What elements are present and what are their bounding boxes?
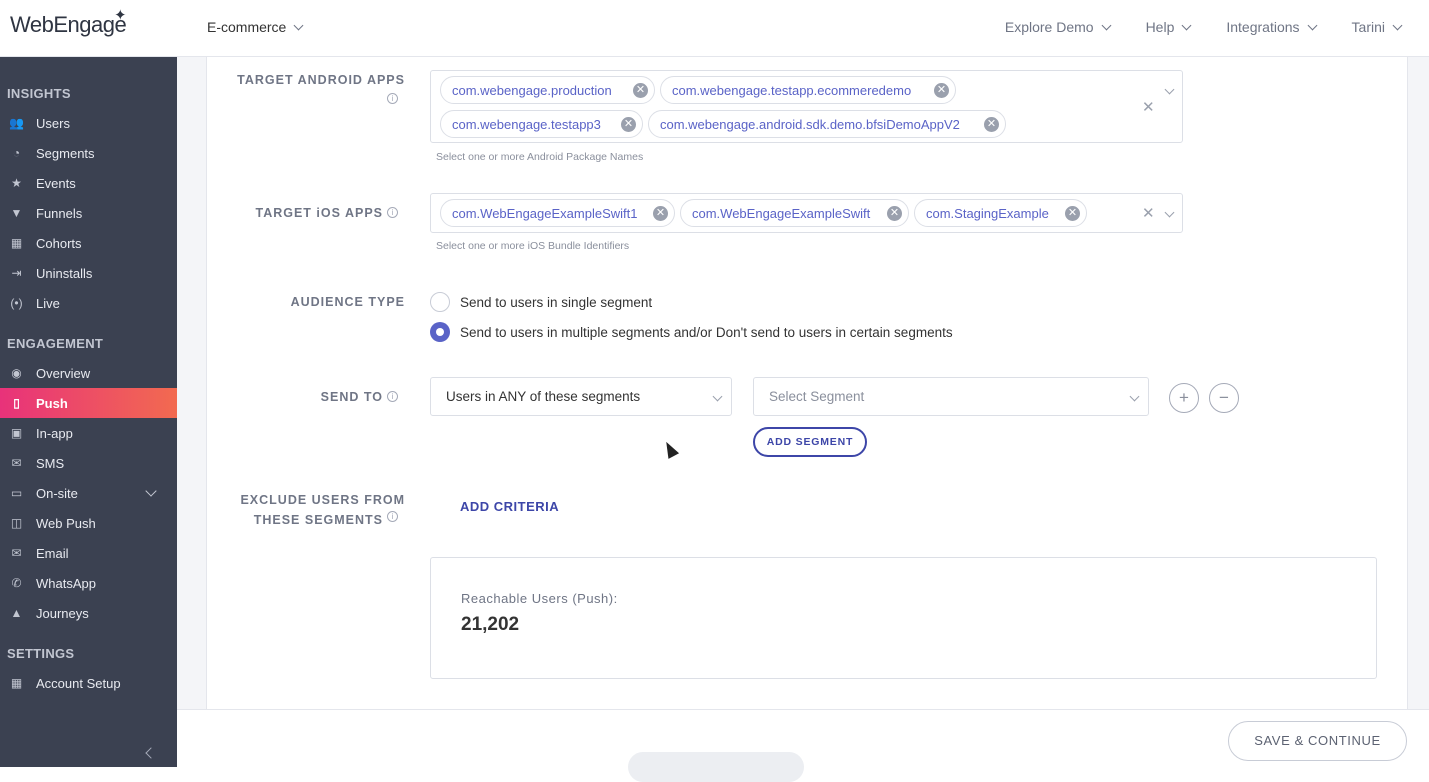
whatsapp-icon: ✆ [11, 576, 22, 590]
add-segment-button[interactable]: ADD SEGMENT [753, 427, 867, 457]
exclude-segments-label: EXCLUDE USERS FROM THESE SEGMENTS [240, 493, 405, 527]
chevron-down-icon [1101, 20, 1112, 31]
sidebar-item-uninstalls[interactable]: ⇥ Uninstalls [0, 258, 177, 288]
top-bar: WebEngage ✦ E-commerce Explore Demo Help … [0, 0, 1429, 57]
remove-tag-icon[interactable]: ✕ [984, 117, 999, 132]
remove-tag-icon[interactable]: ✕ [653, 206, 668, 221]
grid-icon: ▦ [10, 236, 23, 250]
ios-apps-label: TARGET iOS APPS [255, 206, 383, 220]
android-tag-production: com.webengage.production ✕ [440, 76, 655, 104]
remove-tag-icon[interactable]: ✕ [621, 117, 636, 132]
sidebar-item-funnels[interactable]: ▼ Funnels [0, 198, 177, 228]
clear-all-icon[interactable]: ✕ [1142, 204, 1155, 222]
multiple-segments-option-text: Send to users in multiple segments and/o… [460, 325, 953, 340]
sidebar-item-sms[interactable]: ✉ SMS [0, 448, 177, 478]
broadcast-icon: (•) [10, 296, 23, 310]
webpush-icon: ◫ [10, 516, 23, 530]
exit-icon: ⇥ [11, 266, 22, 280]
chevron-down-icon [1392, 20, 1403, 31]
android-apps-label: TARGET ANDROID APPS [237, 73, 405, 87]
push-icon: ▯ [13, 396, 20, 410]
radio-multiple-segments[interactable] [430, 322, 450, 342]
ios-tag-staging: com.StagingExample ✕ [914, 199, 1087, 227]
reachable-users-label: Reachable Users (Push): [461, 591, 618, 606]
android-tag-testapp3: com.webengage.testapp3 ✕ [440, 110, 643, 138]
email-icon: ✉ [11, 546, 22, 560]
sidebar-item-live[interactable]: (•) Live [0, 288, 177, 318]
android-tag-bfsi-demo: com.webengage.android.sdk.demo.bfsiDemoA… [648, 110, 1006, 138]
sidebar-item-whatsapp[interactable]: ✆ WhatsApp [0, 568, 177, 598]
clear-all-icon[interactable]: ✕ [1142, 98, 1155, 116]
audience-type-label: AUDIENCE TYPE [290, 295, 405, 309]
sidebar-section-engagement: ENGAGEMENT [7, 336, 104, 351]
ios-tag-swift: com.WebEngageExampleSwift ✕ [680, 199, 909, 227]
nav-integrations[interactable]: Integrations [1226, 19, 1317, 35]
users-icon: 👥 [9, 116, 24, 130]
sidebar-section-settings: SETTINGS [7, 646, 75, 661]
reachable-users-count: 21,202 [461, 614, 520, 635]
sidebar-item-account-setup[interactable]: ▦ Account Setup [0, 668, 177, 698]
info-icon[interactable]: i [387, 511, 398, 522]
ghost-button [628, 752, 804, 782]
sidebar-item-events[interactable]: ★ Events [0, 168, 177, 198]
sms-icon: ✉ [11, 456, 22, 470]
single-segment-option-text: Send to users in single segment [460, 295, 653, 310]
android-tag-ecommeredemo: com.webengage.testapp.ecommeredemo ✕ [660, 76, 956, 104]
top-nav: Explore Demo Help Integrations Tarini [1005, 19, 1403, 35]
pie-icon: ◔ [12, 146, 21, 160]
nav-explore-demo[interactable]: Explore Demo [1005, 19, 1112, 35]
project-selector[interactable]: E-commerce [207, 19, 304, 35]
nav-help[interactable]: Help [1146, 19, 1192, 35]
info-icon[interactable]: i [387, 93, 398, 104]
sidebar-item-users[interactable]: 👥 Users [0, 108, 177, 138]
rocket-icon: ▲ [10, 606, 23, 620]
remove-tag-icon[interactable]: ✕ [633, 83, 648, 98]
remove-row-button[interactable]: − [1209, 383, 1239, 413]
sidebar-item-push[interactable]: ▯ Push [0, 388, 177, 418]
sidebar-section-insights: INSIGHTS [7, 86, 71, 101]
ios-help-text: Select one or more iOS Bundle Identifier… [436, 240, 630, 252]
remove-tag-icon[interactable]: ✕ [1065, 206, 1080, 221]
radio-single-segment[interactable] [430, 292, 450, 312]
reachable-users-panel: Reachable Users (Push): 21,202 [430, 557, 1377, 679]
sidebar-item-web-push[interactable]: ◫ Web Push [0, 508, 177, 538]
sidebar-item-email[interactable]: ✉ Email [0, 538, 177, 568]
info-icon[interactable]: i [387, 391, 398, 402]
sidebar-item-in-app[interactable]: ▣ In-app [0, 418, 177, 448]
sidebar-item-segments[interactable]: ◔ Segments [0, 138, 177, 168]
onsite-icon: ▭ [10, 486, 23, 500]
sidebar-item-on-site[interactable]: ▭ On-site [0, 478, 177, 508]
android-help-text: Select one or more Android Package Names [436, 151, 644, 163]
eye-icon: ◉ [11, 366, 22, 380]
chevron-down-icon [1181, 20, 1192, 31]
segment-mode-select[interactable]: Users in ANY of these segments [430, 377, 732, 416]
sidebar-item-overview[interactable]: ◉ Overview [0, 358, 177, 388]
logo-mark-icon: ✦ [114, 7, 127, 24]
funnel-icon: ▼ [10, 206, 23, 220]
add-criteria-button[interactable]: ADD CRITERIA [460, 499, 559, 514]
sidebar-item-journeys[interactable]: ▲ Journeys [0, 598, 177, 628]
nav-user-menu[interactable]: Tarini [1352, 19, 1403, 35]
dashboard-icon: ▦ [10, 676, 23, 690]
add-row-button[interactable]: + [1169, 383, 1199, 413]
ios-tag-swift1: com.WebEngageExampleSwift1 ✕ [440, 199, 675, 227]
segment-select[interactable]: Select Segment [753, 377, 1149, 416]
info-icon[interactable]: i [387, 207, 398, 218]
save-continue-button[interactable]: SAVE & CONTINUE [1228, 721, 1407, 761]
remove-tag-icon[interactable]: ✕ [887, 206, 902, 221]
chevron-down-icon [293, 20, 304, 31]
chevron-down-icon[interactable] [145, 485, 157, 497]
star-icon: ★ [11, 176, 22, 190]
chevron-down-icon [1307, 20, 1317, 31]
sidebar-item-cohorts[interactable]: ▦ Cohorts [0, 228, 177, 258]
send-to-label: SEND TO [320, 390, 383, 404]
webengage-logo[interactable]: WebEngage ✦ [10, 7, 127, 44]
remove-tag-icon[interactable]: ✕ [934, 83, 949, 98]
inapp-icon: ▣ [10, 426, 23, 440]
